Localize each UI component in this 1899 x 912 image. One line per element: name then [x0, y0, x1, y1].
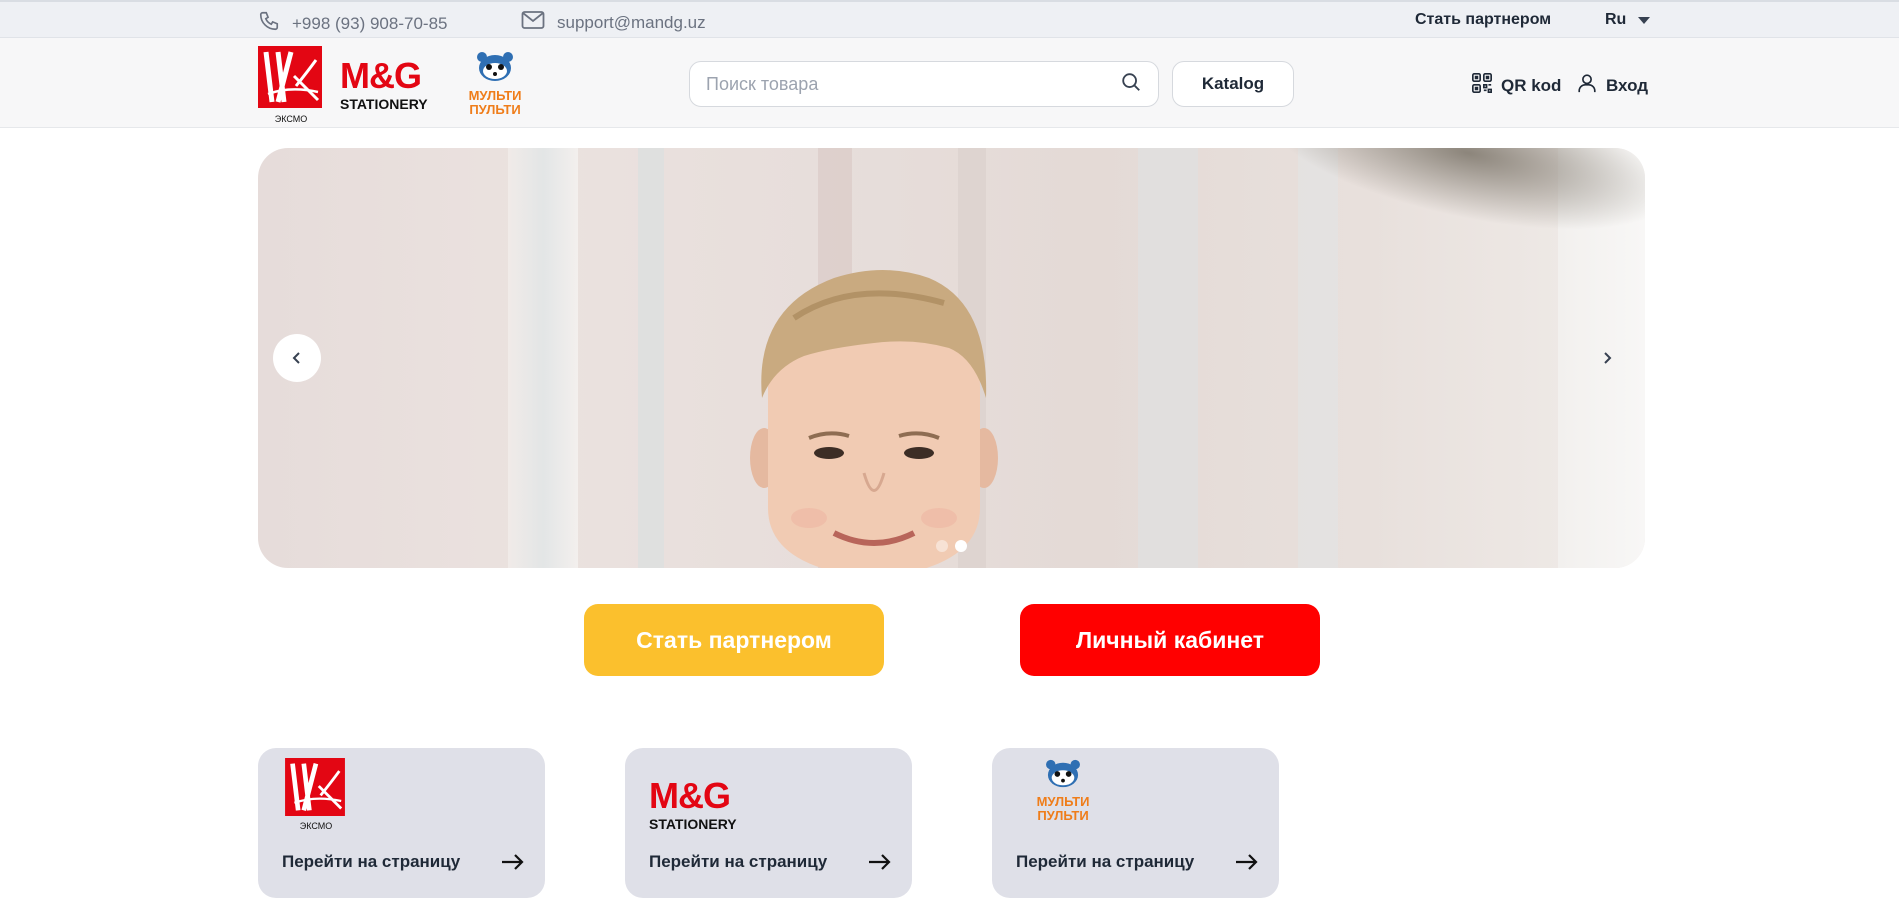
top-contact-bar: +998 (93) 908-70-85 support@mandg.uz Ста… — [0, 0, 1899, 38]
become-partner-button[interactable]: Стать партнером — [584, 604, 884, 676]
eksmo-page-link[interactable]: Перейти на страницу — [282, 852, 525, 872]
brand-card-eksmo[interactable]: ЭКСМО Перейти на страницу — [258, 748, 545, 898]
become-partner-label: Стать партнером — [636, 626, 832, 653]
raccoon-icon — [477, 52, 513, 81]
mg-card-logo: M&G STATIONERY — [649, 775, 737, 833]
personal-cabinet-button[interactable]: Личный кабинет — [1020, 604, 1320, 676]
hero-slider — [258, 148, 1645, 568]
mail-icon — [521, 10, 545, 35]
mg-logo-subtitle: STATIONERY — [340, 96, 428, 112]
qr-code-label: QR kod — [1501, 75, 1562, 95]
user-icon — [1576, 72, 1598, 99]
multi-card-logo: МУЛЬТИ ПУЛЬТИ — [1026, 758, 1100, 823]
multi-pulti-page-link[interactable]: Перейти на страницу — [1016, 852, 1259, 872]
phone-number: +998 (93) 908-70-85 — [292, 13, 448, 33]
catalog-button[interactable]: Katalog — [1172, 61, 1294, 107]
multi-logo-line1: МУЛЬТИ — [468, 88, 522, 103]
eksmo-logo[interactable]: ЭКСМО — [258, 46, 324, 124]
bg-window-column — [638, 148, 664, 568]
slide-dot-2-active[interactable] — [955, 540, 967, 552]
eksmo-card-logo: ЭКСМО — [284, 758, 348, 831]
brand-card-multi-pulti[interactable]: МУЛЬТИ ПУЛЬТИ Перейти на страницу — [992, 748, 1279, 898]
login-label: Вход — [1606, 75, 1649, 95]
login-link[interactable]: Вход — [1576, 72, 1648, 99]
prev-slide-button[interactable] — [273, 334, 321, 382]
email-address: support@mandg.uz — [557, 12, 706, 32]
qr-code-link[interactable]: QR kod — [1471, 72, 1561, 99]
multi-link-label: Перейти на страницу — [1016, 852, 1195, 871]
search-box — [689, 61, 1159, 107]
phone-contact[interactable]: +998 (93) 908-70-85 — [258, 10, 447, 37]
mg-logo-title: M&G — [340, 55, 422, 96]
language-label: Ru — [1605, 11, 1627, 28]
phone-icon — [258, 10, 280, 37]
email-contact[interactable]: support@mandg.uz — [521, 10, 706, 35]
mg-card-subtitle: STATIONERY — [649, 816, 737, 832]
main-header: ЭКСМО M&G STATIONERY МУЛЬТИ ПУЛЬТИ Katal… — [0, 38, 1899, 128]
raccoon-icon — [1046, 759, 1080, 788]
arrow-right-icon — [502, 854, 524, 870]
slide-dot-1[interactable] — [936, 540, 948, 552]
search-input[interactable] — [706, 73, 1120, 95]
personal-cabinet-label: Личный кабинет — [1076, 626, 1264, 653]
mg-card-title: M&G — [649, 775, 731, 816]
multi-card-line1: МУЛЬТИ — [1036, 794, 1090, 809]
next-slide-button[interactable] — [1583, 334, 1631, 382]
multi-card-line2: ПУЛЬТИ — [1037, 808, 1089, 823]
child-photo — [750, 270, 998, 568]
multi-pulti-logo[interactable]: МУЛЬТИ ПУЛЬТИ — [458, 50, 532, 117]
eksmo-card-caption: ЭКСМО — [299, 821, 333, 831]
eksmo-caption: ЭКСМО — [274, 114, 308, 124]
mg-link-label: Перейти на страницу — [649, 852, 828, 871]
search-icon[interactable] — [1120, 71, 1142, 98]
catalog-label: Katalog — [1201, 74, 1265, 93]
caret-down-icon — [1638, 16, 1651, 24]
multi-logo-line2: ПУЛЬТИ — [469, 102, 521, 117]
chevron-left-icon — [292, 352, 300, 364]
topbar-partner-label: Стать партнером — [1415, 11, 1552, 28]
qr-code-icon — [1471, 72, 1493, 99]
mg-page-link[interactable]: Перейти на страницу — [649, 852, 892, 872]
bg-window-column — [1298, 148, 1338, 568]
mg-stationery-logo[interactable]: M&G STATIONERY — [340, 58, 436, 114]
bg-window-column — [1138, 148, 1198, 568]
chevron-right-icon — [1604, 352, 1612, 364]
eksmo-link-label: Перейти на страницу — [282, 852, 461, 871]
topbar-partner-link[interactable]: Стать партнером — [1415, 11, 1551, 29]
bg-window-column — [508, 148, 578, 568]
arrow-right-icon — [869, 854, 891, 870]
brand-card-mg[interactable]: M&G STATIONERY Перейти на страницу — [625, 748, 912, 898]
arrow-right-icon — [1236, 854, 1258, 870]
language-selector[interactable]: Ru — [1605, 11, 1651, 29]
